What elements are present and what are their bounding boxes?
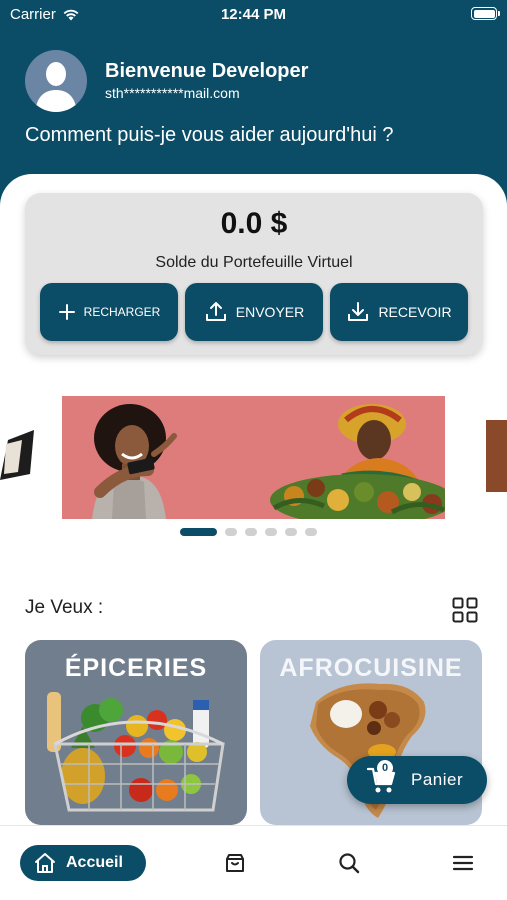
category-card-epiceries[interactable]: ÉPICERIES bbox=[25, 640, 247, 825]
promo-carousel[interactable] bbox=[0, 390, 507, 525]
home-icon bbox=[35, 853, 55, 873]
upload-icon bbox=[205, 302, 226, 321]
next-slide-image[interactable] bbox=[486, 420, 507, 492]
wallet-card: 0.0 $ Solde du Portefeuille Virtuel RECH… bbox=[25, 193, 483, 355]
grid-icon[interactable] bbox=[452, 597, 478, 623]
download-icon bbox=[348, 302, 369, 321]
welcome-title: Bienvenue Developer bbox=[105, 60, 309, 82]
search-icon[interactable] bbox=[338, 852, 360, 874]
receive-button[interactable]: RECEVOIR bbox=[330, 283, 468, 341]
cart-count-badge: 0 bbox=[377, 760, 393, 776]
bottom-navigation: Accueil bbox=[0, 825, 507, 900]
help-question: Comment puis-je vous aider aujourd'hui ? bbox=[25, 124, 394, 146]
user-email: sth***********mail.com bbox=[105, 85, 240, 101]
status-time: 12:44 PM bbox=[220, 6, 287, 23]
user-avatar-icon[interactable] bbox=[25, 50, 87, 112]
nav-home-label: Accueil bbox=[66, 854, 123, 871]
promo-banner-image[interactable] bbox=[62, 396, 445, 519]
carousel-dot[interactable] bbox=[180, 528, 217, 536]
nav-item-home[interactable]: Accueil bbox=[20, 845, 146, 881]
recharge-label: RECHARGER bbox=[83, 305, 161, 319]
send-button[interactable]: ENVOYER bbox=[185, 283, 323, 341]
shop-icon[interactable] bbox=[224, 852, 246, 874]
cart-label: Panier bbox=[411, 770, 464, 789]
status-bar: Carrier 12:44 PM bbox=[0, 0, 507, 30]
carousel-dot[interactable] bbox=[265, 528, 277, 536]
carousel-dot[interactable] bbox=[285, 528, 297, 536]
carousel-dot[interactable] bbox=[305, 528, 317, 536]
wallet-label: Solde du Portefeuille Virtuel bbox=[155, 254, 353, 271]
wallet-balance: 0.0 $ bbox=[220, 207, 288, 240]
previous-slide-image[interactable] bbox=[0, 430, 34, 480]
cart-icon-wrap: 0 bbox=[366, 760, 397, 794]
section-title: Je Veux : bbox=[25, 597, 104, 618]
carousel-dot[interactable] bbox=[225, 528, 237, 536]
receive-label: RECEVOIR bbox=[378, 304, 452, 320]
recharge-button[interactable]: RECHARGER bbox=[40, 283, 178, 341]
battery-icon bbox=[471, 7, 500, 20]
grocery-basket-image bbox=[47, 692, 225, 812]
plus-icon bbox=[58, 304, 75, 320]
send-label: ENVOYER bbox=[235, 304, 305, 320]
carousel-dot[interactable] bbox=[245, 528, 257, 536]
carousel-pagination[interactable] bbox=[180, 528, 317, 536]
menu-icon[interactable] bbox=[452, 852, 474, 874]
cart-button[interactable]: 0 Panier bbox=[347, 756, 487, 804]
